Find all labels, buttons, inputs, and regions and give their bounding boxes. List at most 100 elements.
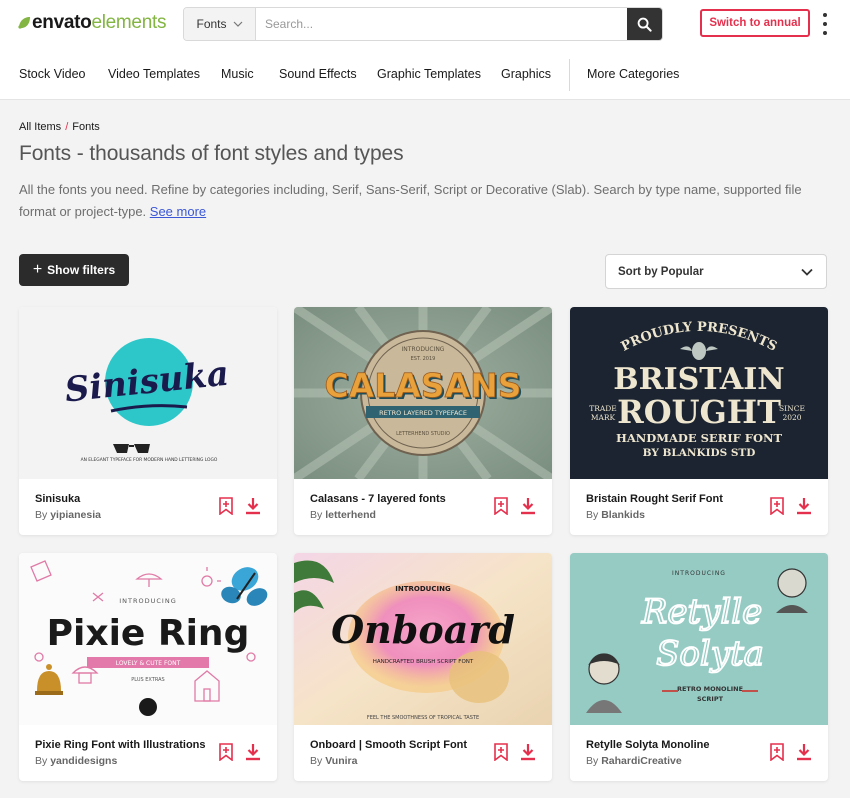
search-button[interactable]	[627, 8, 662, 40]
item-title[interactable]: Sinisuka	[35, 493, 215, 505]
add-to-collection-button[interactable]	[218, 497, 234, 516]
bookmark-plus-icon	[770, 497, 784, 516]
bookmark-plus-icon	[494, 743, 508, 762]
item-card[interactable]: INTRODUCING Onboard HANDCRAFTED BRUSH SC…	[294, 553, 552, 781]
svg-text:EST. 2019: EST. 2019	[411, 356, 436, 362]
nav-item-video-templates[interactable]: Video Templates	[108, 67, 200, 81]
sinisuka-preview-image: Sinisuka AN ELEGANT TYPEFACE FOR MODERN …	[19, 307, 277, 479]
svg-text:SINCE: SINCE	[779, 404, 805, 413]
svg-text:FEEL THE SMOOTHNESS OF TROPICA: FEEL THE SMOOTHNESS OF TROPICAL TASTE	[367, 715, 479, 721]
breadcrumb-all-items[interactable]: All Items	[19, 121, 61, 133]
item-meta: Retylle Solyta Monoline By RahardiCreati…	[586, 739, 766, 767]
chevron-down-icon	[801, 268, 813, 276]
see-more-link[interactable]: See more	[150, 204, 206, 219]
item-meta: Calasans - 7 layered fonts By letterhend	[310, 493, 490, 521]
breadcrumb: All Items / Fonts	[19, 121, 100, 133]
svg-text:MARK: MARK	[591, 413, 616, 422]
retylle-solyta-preview-image: INTRODUCING Retylle Solyta RETRO MONOLIN…	[570, 553, 828, 725]
category-nav: Stock Video Video Templates Music Sound …	[0, 56, 850, 92]
download-icon	[246, 744, 260, 761]
svg-text:BRISTAIN: BRISTAIN	[613, 362, 784, 397]
nav-item-more-categories[interactable]: More Categories	[587, 67, 679, 81]
download-icon	[521, 744, 535, 761]
nav-item-stock-video[interactable]: Stock Video	[19, 67, 85, 81]
item-title[interactable]: Retylle Solyta Monoline	[586, 739, 766, 751]
item-title[interactable]: Bristain Rought Serif Font	[586, 493, 766, 505]
show-filters-button[interactable]: + Show filters	[19, 254, 129, 286]
download-icon	[797, 498, 811, 515]
nav-item-graphic-templates[interactable]: Graphic Templates	[377, 67, 481, 81]
item-author[interactable]: By Vunira	[310, 755, 490, 767]
page-title: Fonts - thousands of font styles and typ…	[19, 142, 404, 165]
add-to-collection-button[interactable]	[769, 497, 785, 516]
item-author[interactable]: By Blankids	[586, 509, 766, 521]
item-title[interactable]: Onboard | Smooth Script Font	[310, 739, 490, 751]
download-button[interactable]	[245, 743, 261, 761]
svg-text:PLUS EXTRAS: PLUS EXTRAS	[131, 677, 164, 683]
download-icon	[246, 498, 260, 515]
nav-item-graphics[interactable]: Graphics	[501, 67, 551, 81]
sort-dropdown[interactable]: Sort by Popular	[605, 254, 827, 289]
pixie-ring-preview-image: INTRODUCING Pixie Ring LOVELY & CUTE FON…	[19, 553, 277, 725]
item-card[interactable]: INTRODUCING Retylle Solyta RETRO MONOLIN…	[570, 553, 828, 781]
bookmark-plus-icon	[494, 497, 508, 516]
svg-text:HANDMADE SERIF FONT: HANDMADE SERIF FONT	[616, 431, 783, 445]
bristain-rought-preview-image: PROUDLY PRESENTS BRISTAIN ROUGHT TRADE M…	[570, 307, 828, 479]
breadcrumb-separator: /	[65, 121, 69, 133]
download-button[interactable]	[520, 743, 536, 761]
item-card[interactable]: INTRODUCING EST. 2019 CALASANS CALASANS …	[294, 307, 552, 535]
add-to-collection-button[interactable]	[493, 743, 509, 762]
item-thumbnail[interactable]: INTRODUCING Onboard HANDCRAFTED BRUSH SC…	[294, 553, 552, 725]
svg-text:RETRO MONOLINE: RETRO MONOLINE	[677, 685, 743, 693]
item-author[interactable]: By letterhend	[310, 509, 490, 521]
item-thumbnail[interactable]: Sinisuka AN ELEGANT TYPEFACE FOR MODERN …	[19, 307, 277, 479]
switch-to-annual-button[interactable]: Switch to annual	[700, 9, 810, 37]
nav-item-music[interactable]: Music	[221, 67, 254, 81]
nav-divider	[569, 59, 570, 91]
item-title[interactable]: Calasans - 7 layered fonts	[310, 493, 490, 505]
item-author[interactable]: By yipianesia	[35, 509, 215, 521]
svg-text:AN ELEGANT TYPEFACE FOR MODERN: AN ELEGANT TYPEFACE FOR MODERN HAND LETT…	[81, 457, 218, 463]
svg-text:Onboard: Onboard	[331, 607, 515, 652]
item-thumbnail[interactable]: PROUDLY PRESENTS BRISTAIN ROUGHT TRADE M…	[570, 307, 828, 479]
search-category-select[interactable]: Fonts	[184, 8, 256, 40]
page-description-text: All the fonts you need. Refine by catego…	[19, 182, 802, 219]
download-button[interactable]	[796, 743, 812, 761]
item-thumbnail[interactable]: INTRODUCING Pixie Ring LOVELY & CUTE FON…	[19, 553, 277, 725]
item-card[interactable]: PROUDLY PRESENTS BRISTAIN ROUGHT TRADE M…	[570, 307, 828, 535]
search-bar: Fonts	[183, 7, 663, 41]
download-button[interactable]	[245, 497, 261, 515]
envato-elements-logo[interactable]: envatoelements	[17, 12, 166, 34]
add-to-collection-button[interactable]	[218, 743, 234, 762]
item-card[interactable]: INTRODUCING Pixie Ring LOVELY & CUTE FON…	[19, 553, 277, 781]
add-to-collection-button[interactable]	[769, 743, 785, 762]
svg-text:INTRODUCING: INTRODUCING	[402, 346, 445, 353]
onboard-preview-image: INTRODUCING Onboard HANDCRAFTED BRUSH SC…	[294, 553, 552, 725]
item-title[interactable]: Pixie Ring Font with Illustrations	[35, 739, 215, 751]
bookmark-plus-icon	[219, 743, 233, 762]
plus-icon: +	[32, 261, 43, 278]
show-filters-label: Show filters	[47, 263, 116, 277]
more-options-icon[interactable]	[818, 13, 832, 35]
search-input[interactable]	[256, 8, 627, 40]
chevron-down-icon	[233, 21, 242, 27]
svg-text:HANDCRAFTED BRUSH SCRIPT FONT: HANDCRAFTED BRUSH SCRIPT FONT	[373, 659, 474, 665]
item-thumbnail[interactable]: INTRODUCING EST. 2019 CALASANS CALASANS …	[294, 307, 552, 479]
download-icon	[797, 744, 811, 761]
svg-text:Retylle: Retylle	[641, 592, 762, 632]
item-thumbnail[interactable]: INTRODUCING Retylle Solyta RETRO MONOLIN…	[570, 553, 828, 725]
search-icon	[637, 17, 652, 32]
item-author[interactable]: By yandidesigns	[35, 755, 215, 767]
download-button[interactable]	[520, 497, 536, 515]
item-card[interactable]: Sinisuka AN ELEGANT TYPEFACE FOR MODERN …	[19, 307, 277, 535]
svg-text:TRADE: TRADE	[589, 404, 617, 413]
logo-text: envatoelements	[32, 12, 167, 33]
page-description: All the fonts you need. Refine by catego…	[19, 179, 831, 223]
leaf-icon	[18, 17, 30, 29]
add-to-collection-button[interactable]	[493, 497, 509, 516]
bookmark-plus-icon	[219, 497, 233, 516]
nav-item-sound-effects[interactable]: Sound Effects	[279, 67, 357, 81]
download-button[interactable]	[796, 497, 812, 515]
item-meta: Bristain Rought Serif Font By Blankids	[586, 493, 766, 521]
item-author[interactable]: By RahardiCreative	[586, 755, 766, 767]
